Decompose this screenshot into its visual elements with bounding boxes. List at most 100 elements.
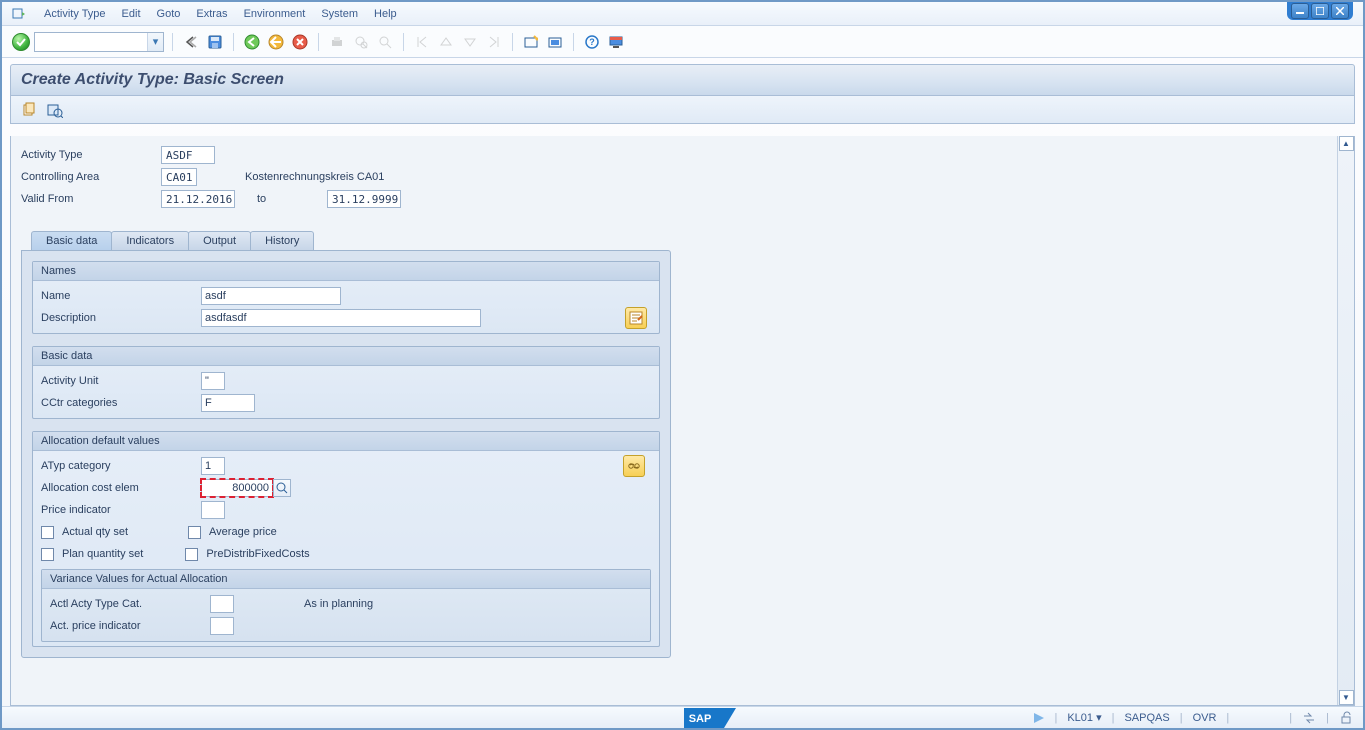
new-session-icon[interactable] <box>521 32 541 52</box>
long-text-button[interactable] <box>625 307 647 329</box>
tab-body-basic: Names Name Description <box>21 250 671 658</box>
menu-activity-type[interactable]: Activity Type <box>44 8 106 20</box>
menu-dropdown-icon[interactable] <box>10 5 28 23</box>
atyp-category-input[interactable] <box>201 457 225 475</box>
to-label: to <box>257 193 327 205</box>
frame-names: Names Name Description <box>32 261 660 334</box>
chevron-down-icon[interactable]: ▾ <box>147 33 163 51</box>
copy-icon[interactable] <box>19 100 39 120</box>
price-indicator-input[interactable] <box>201 501 225 519</box>
f4-help-button[interactable] <box>273 479 291 497</box>
description-label: Description <box>41 312 201 324</box>
activity-unit-input[interactable] <box>201 372 225 390</box>
title-bar: Create Activity Type: Basic Screen <box>10 64 1355 96</box>
frame-variance: Variance Values for Actual Allocation Ac… <box>41 569 651 642</box>
tab-strip: Basic data Indicators Output History <box>21 228 1327 250</box>
price-indicator-label: Price indicator <box>41 504 201 516</box>
sap-logo: SAP <box>682 707 738 729</box>
first-page-icon <box>412 32 432 52</box>
scroll-down-icon[interactable]: ▼ <box>1339 690 1354 705</box>
actual-qty-checkbox[interactable] <box>41 526 54 539</box>
activity-type-field[interactable]: ASDF <box>161 146 215 164</box>
print-icon <box>327 32 347 52</box>
status-mode: OVR <box>1193 712 1217 724</box>
minimize-button[interactable] <box>1291 3 1309 19</box>
tab-indicators[interactable]: Indicators <box>111 231 189 250</box>
actl-acty-cat-label: Actl Acty Type Cat. <box>50 598 210 610</box>
predistrib-label: PreDistribFixedCosts <box>206 548 309 560</box>
valid-to-field[interactable]: 31.12.9999 <box>327 190 401 208</box>
frame-basic: Basic data Activity Unit CCtr categories <box>32 346 660 419</box>
frame-allocation: Allocation default values ATyp category … <box>32 431 660 647</box>
status-session[interactable]: KL01 ▾ <box>1067 711 1101 724</box>
frame-allocation-title: Allocation default values <box>33 432 659 451</box>
average-price-label: Average price <box>209 526 277 538</box>
page-down-icon <box>460 32 480 52</box>
exit-icon[interactable] <box>266 32 286 52</box>
back-prev-icon[interactable] <box>181 32 201 52</box>
svg-text:?: ? <box>589 37 595 47</box>
content-frame: Activity Type ASDF Controlling Area CA01… <box>10 136 1355 706</box>
actual-qty-label: Actual qty set <box>62 526 128 538</box>
description-input[interactable] <box>201 309 481 327</box>
activity-type-label: Activity Type <box>21 149 161 161</box>
tab-basic-data[interactable]: Basic data <box>31 231 112 250</box>
activity-unit-label: Activity Unit <box>41 375 201 387</box>
menu-extras[interactable]: Extras <box>196 8 227 20</box>
predistrib-checkbox[interactable] <box>185 548 198 561</box>
name-label: Name <box>41 290 201 302</box>
lock-icon[interactable] <box>1339 711 1353 725</box>
scroll-up-icon[interactable]: ▲ <box>1339 136 1354 151</box>
valid-from-field[interactable]: 21.12.2016 <box>161 190 235 208</box>
overview-icon[interactable] <box>45 100 65 120</box>
page-title: Create Activity Type: Basic Screen <box>21 71 284 88</box>
menu-goto[interactable]: Goto <box>157 8 181 20</box>
plan-qty-label: Plan quantity set <box>62 548 143 560</box>
as-in-planning-text: As in planning <box>304 598 373 610</box>
help-icon[interactable]: ? <box>582 32 602 52</box>
controlling-area-field[interactable]: CA01 <box>161 168 197 186</box>
app-window: Activity Type Edit Goto Extras Environme… <box>0 0 1365 730</box>
status-bar: SAP | KL01 ▾ | SAPQAS | OVR | | | <box>2 706 1363 728</box>
command-field[interactable]: ▾ <box>34 32 164 52</box>
frame-basic-title: Basic data <box>33 347 659 366</box>
status-play-icon <box>1034 713 1044 723</box>
menu-system[interactable]: System <box>321 8 358 20</box>
act-price-ind-input[interactable] <box>210 617 234 635</box>
close-button[interactable] <box>1331 3 1349 19</box>
plan-qty-checkbox[interactable] <box>41 548 54 561</box>
menu-environment[interactable]: Environment <box>244 8 306 20</box>
back-icon[interactable] <box>242 32 262 52</box>
restore-button[interactable] <box>1311 3 1329 19</box>
name-input[interactable] <box>201 287 341 305</box>
svg-text:SAP: SAP <box>689 713 712 725</box>
allocation-cost-elem-label: Allocation cost elem <box>41 482 201 494</box>
tab-history[interactable]: History <box>250 231 314 250</box>
cctr-categories-input[interactable] <box>201 394 255 412</box>
allocation-cost-elem-input[interactable] <box>201 479 273 497</box>
menu-help[interactable]: Help <box>374 8 397 20</box>
shortcut-icon[interactable] <box>545 32 565 52</box>
menu-edit[interactable]: Edit <box>122 8 141 20</box>
tab-output[interactable]: Output <box>188 231 251 250</box>
atyp-category-label: ATyp category <box>41 460 201 472</box>
find-icon <box>351 32 371 52</box>
standard-toolbar: ▾ ? <box>2 26 1363 58</box>
app-toolbar <box>10 96 1355 124</box>
status-server: SAPQAS <box>1124 712 1169 724</box>
actl-acty-cat-input[interactable] <box>210 595 234 613</box>
frame-names-title: Names <box>33 262 659 281</box>
arrows-icon[interactable] <box>1302 711 1316 725</box>
vertical-scrollbar[interactable]: ▲ ▼ <box>1337 136 1354 705</box>
window-controls <box>1287 2 1353 20</box>
cancel-icon[interactable] <box>290 32 310 52</box>
enter-button[interactable] <box>12 33 30 51</box>
last-page-icon <box>484 32 504 52</box>
controlling-area-text: Kostenrechnungskreis CA01 <box>245 171 384 183</box>
layout-menu-icon[interactable] <box>606 32 626 52</box>
save-icon[interactable] <box>205 32 225 52</box>
average-price-checkbox[interactable] <box>188 526 201 539</box>
content-area: Activity Type ASDF Controlling Area CA01… <box>11 136 1337 705</box>
menu-bar: Activity Type Edit Goto Extras Environme… <box>2 2 1363 26</box>
chain-button[interactable] <box>623 455 645 477</box>
